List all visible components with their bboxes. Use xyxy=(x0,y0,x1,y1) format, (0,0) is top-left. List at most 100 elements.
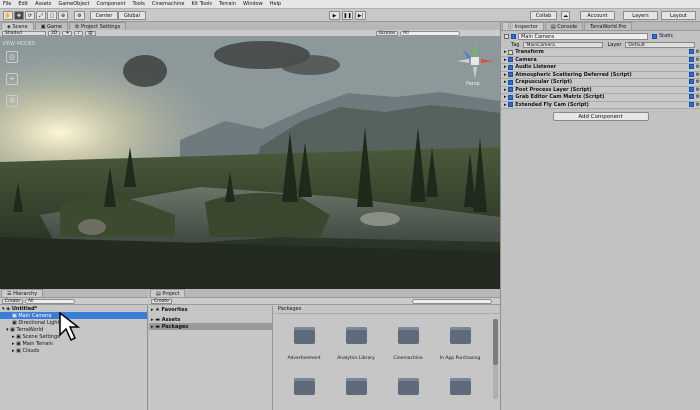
folder-icon[interactable] xyxy=(450,378,471,395)
settings-icon[interactable]: ⚙ xyxy=(696,79,700,85)
settings-icon[interactable]: ⚙ xyxy=(696,64,700,70)
help-icon[interactable] xyxy=(688,79,694,85)
add-component-button[interactable]: Add Component xyxy=(552,112,649,121)
tab-terraworld[interactable]: TerraWorld Pro xyxy=(584,22,633,30)
menu-file[interactable]: File xyxy=(3,1,11,7)
package-label[interactable]: Cinemachine xyxy=(382,356,434,361)
script-enabled-checkbox[interactable] xyxy=(508,102,514,108)
tree-item-favorites[interactable]: ▸ ★ Favorites xyxy=(149,306,272,313)
rect-tool-icon[interactable]: ▢ xyxy=(47,11,57,20)
collab-button[interactable]: Collab xyxy=(530,11,557,20)
tag-dropdown[interactable]: MainCamera xyxy=(523,42,604,48)
layer-dropdown[interactable]: Default xyxy=(625,42,696,48)
shading-mode-dropdown[interactable]: Shaded xyxy=(2,30,46,36)
camera-enabled-checkbox[interactable] xyxy=(508,57,514,63)
audio-toggle-icon[interactable]: ♪ xyxy=(74,30,84,36)
menu-tools[interactable]: Tools xyxy=(133,1,145,7)
breadcrumb[interactable]: Packages xyxy=(275,306,500,314)
project-search-input[interactable] xyxy=(411,298,492,304)
project-scrollbar[interactable] xyxy=(493,319,498,399)
help-icon[interactable] xyxy=(688,101,694,107)
layout-dropdown[interactable]: Layout xyxy=(661,11,696,20)
help-icon[interactable] xyxy=(688,64,694,70)
settings-icon[interactable]: ⚙ xyxy=(696,87,700,93)
view-mode-shadow-icon[interactable]: ✲ xyxy=(6,95,18,107)
view-mode-lit-icon[interactable]: ◎ xyxy=(6,51,18,63)
hierarchy-search-input[interactable]: All xyxy=(24,298,75,304)
menu-help[interactable]: Help xyxy=(270,1,281,7)
2d-toggle[interactable]: 2D xyxy=(48,30,61,36)
view-mode-wire-icon[interactable]: ⌖ xyxy=(6,73,18,85)
custom-tool-icon[interactable]: ⚙ xyxy=(74,11,85,20)
static-checkbox[interactable] xyxy=(652,33,657,39)
component-atmospheric-scattering[interactable]: ▸ Atmospheric Scattering Deferred (Scrip… xyxy=(501,71,700,79)
scene-view[interactable]: VIEW MODES ◎ ⌖ ✲ Persp xyxy=(0,37,500,289)
help-icon[interactable] xyxy=(688,49,694,55)
help-icon[interactable] xyxy=(688,86,694,92)
package-label[interactable]: In App Purchasing xyxy=(434,356,486,361)
settings-icon[interactable]: ⚙ xyxy=(696,49,700,55)
effects-toggle-icon[interactable]: ▤ xyxy=(85,30,96,36)
hierarchy-item-clouds[interactable]: ▸ ▣ Clouds xyxy=(0,347,147,354)
settings-icon[interactable]: ⚙ xyxy=(696,102,700,108)
tree-item-assets[interactable]: ▸ ▬ Assets xyxy=(149,316,272,323)
hierarchy-create-button[interactable]: Create xyxy=(2,298,23,304)
component-transform[interactable]: ▸ Transform ⚙ xyxy=(501,49,700,57)
project-create-button[interactable]: Create xyxy=(151,298,172,304)
component-extended-fly-cam[interactable]: ▸ Extended Fly Cam (Script) ⚙ xyxy=(501,101,700,109)
settings-icon[interactable]: ⚙ xyxy=(696,72,700,78)
folder-icon[interactable] xyxy=(398,327,419,344)
cloud-icon[interactable]: ☁ xyxy=(561,11,570,20)
scene-search-input[interactable]: All xyxy=(400,30,461,36)
menu-cinemachine[interactable]: Cinemachine xyxy=(152,1,185,7)
menu-edit[interactable]: Edit xyxy=(18,1,28,7)
scrollbar-thumb[interactable] xyxy=(493,319,498,365)
help-icon[interactable] xyxy=(688,56,694,62)
active-checkbox[interactable] xyxy=(511,33,516,39)
tree-item-packages[interactable]: ▸ ▬ Packages xyxy=(149,323,272,330)
menu-window[interactable]: Window xyxy=(243,1,263,7)
rotate-tool-icon[interactable]: ⟳ xyxy=(25,11,35,20)
folder-icon[interactable] xyxy=(294,327,315,344)
pivot-global-button[interactable]: Global xyxy=(118,11,146,20)
menu-component[interactable]: Component xyxy=(97,1,126,7)
tab-hierarchy[interactable]: ☰ Hierarchy xyxy=(1,289,44,297)
transform-tool-icon[interactable]: ⊕ xyxy=(58,11,68,20)
settings-icon[interactable]: ⚙ xyxy=(696,57,700,63)
script-enabled-checkbox[interactable] xyxy=(508,87,514,93)
pause-button[interactable]: ❚❚ xyxy=(342,11,353,20)
folder-icon[interactable] xyxy=(398,378,419,395)
component-crepuscular[interactable]: ▸ Crepuscular (Script) ⚙ xyxy=(501,79,700,87)
folder-icon[interactable] xyxy=(346,327,367,344)
component-camera[interactable]: ▸ Camera ⚙ xyxy=(501,56,700,64)
scene-gizmo[interactable] xyxy=(455,41,495,81)
gizmos-dropdown[interactable]: Gizmos xyxy=(375,30,399,36)
package-label[interactable]: Analytics Library xyxy=(330,356,382,361)
tab-project[interactable]: ▤ Project xyxy=(150,289,186,297)
folder-icon[interactable] xyxy=(450,327,471,344)
menu-gameobject[interactable]: GameObject xyxy=(58,1,89,7)
folder-icon[interactable] xyxy=(294,378,315,395)
layers-dropdown[interactable]: Layers xyxy=(623,11,658,20)
lighting-toggle-icon[interactable]: ☀ xyxy=(62,30,73,36)
package-label[interactable]: Advertisement xyxy=(278,356,330,361)
script-enabled-checkbox[interactable] xyxy=(508,94,514,100)
help-icon[interactable] xyxy=(688,94,694,100)
tab-game[interactable]: ▣ Game xyxy=(34,22,68,30)
tab-project-settings[interactable]: ⚙ Project Settings xyxy=(68,22,127,30)
tab-scene[interactable]: ◈ Scene xyxy=(1,22,34,30)
tab-console[interactable]: ▤ Console xyxy=(544,22,584,30)
tab-inspector[interactable]: ⓘ Inspector xyxy=(502,22,544,30)
scale-tool-icon[interactable]: ⤢ xyxy=(36,11,46,20)
settings-icon[interactable]: ⚙ xyxy=(696,94,700,100)
script-enabled-checkbox[interactable] xyxy=(508,72,514,78)
account-dropdown[interactable]: Account xyxy=(580,11,615,20)
move-tool-icon[interactable]: ✥ xyxy=(14,11,24,20)
step-button[interactable]: ▶| xyxy=(355,11,366,20)
component-audio-listener[interactable]: ▸ Audio Listener ⚙ xyxy=(501,64,700,72)
pivot-center-button[interactable]: Center xyxy=(90,11,118,20)
component-grab-editor-cam-matrix[interactable]: ▸ Grab Editor Cam Matrix (Script) ⚙ xyxy=(501,94,700,102)
play-button[interactable]: ▶ xyxy=(329,11,340,20)
component-post-process-layer[interactable]: ▸ Post Process Layer (Script) ⚙ xyxy=(501,86,700,94)
hand-tool-icon[interactable]: ✋ xyxy=(3,11,13,20)
